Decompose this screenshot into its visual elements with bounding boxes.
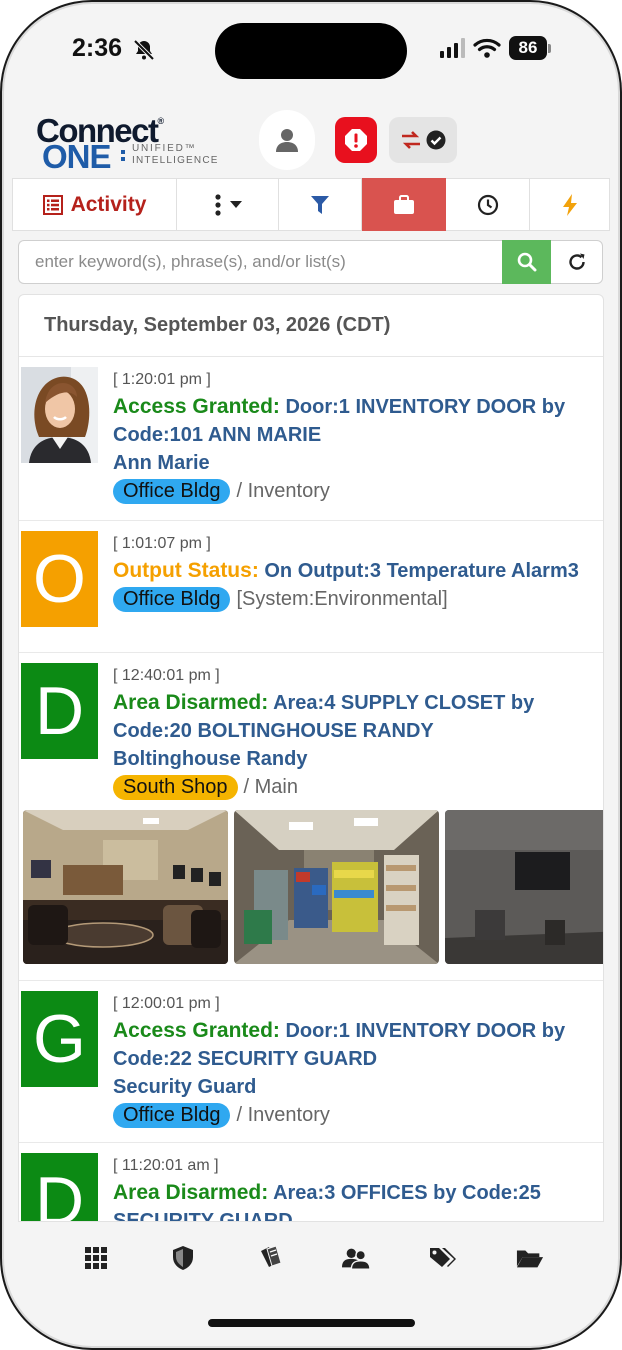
search-icon (517, 252, 536, 272)
filter-icon (311, 195, 329, 214)
home-indicator[interactable] (208, 1319, 415, 1327)
user-icon (276, 129, 298, 152)
filter-button[interactable] (279, 178, 362, 231)
search-button[interactable] (502, 240, 551, 284)
event-description: Area Disarmed: Area:4 SUPPLY CLOSET by C… (113, 689, 589, 745)
wifi-icon (473, 38, 501, 58)
bell-off-icon (133, 39, 155, 61)
folder-open-icon[interactable] (516, 1244, 544, 1272)
event-letter-tile: G (21, 991, 98, 1087)
search-input[interactable] (18, 240, 502, 284)
alert-icon (345, 129, 367, 151)
event-time: [ 12:00:01 pm ] (113, 995, 220, 1012)
camera-snapshot-lobby[interactable] (23, 810, 228, 964)
vertical-ellipsis-icon (214, 193, 221, 216)
tab-activity-label: Activity (70, 192, 147, 216)
quick-actions-button[interactable] (530, 178, 610, 231)
camera-snapshot-supply-closet[interactable] (234, 810, 439, 964)
briefcase-icon (393, 194, 414, 214)
clock-icon (477, 194, 498, 215)
event-row[interactable]: [ 1:20:01 pm ] Access Granted: Door:1 IN… (19, 357, 603, 521)
event-time: [ 1:20:01 pm ] (113, 371, 211, 388)
location-text: / Inventory (236, 1104, 330, 1126)
connectone-logo[interactable]: Connect® ONE UNIFIED™ INTELLIGENCE (36, 112, 236, 175)
letter-tile: O (21, 531, 98, 627)
phone-screen: 2:36 86 Connect® ONE UNIFIED™ INTELLIGEN… (0, 0, 622, 1350)
event-time: [ 12:40:01 pm ] (113, 667, 220, 684)
event-row[interactable]: O [ 1:01:07 pm ] Output Status: On Outpu… (19, 521, 603, 653)
location-text: [System:Environmental] (236, 588, 448, 610)
location-text: / Main (243, 776, 298, 798)
event-description: Access Granted: Door:1 INVENTORY DOOR by… (113, 1017, 589, 1073)
tags-icon[interactable] (429, 1244, 457, 1272)
event-detail: On Output:3 Temperature Alarm3 (264, 560, 579, 582)
main-toolbar: Activity (12, 178, 610, 231)
alerts-button[interactable] (335, 117, 377, 163)
event-type: Access Granted: (113, 1019, 280, 1042)
signal-icon (440, 38, 465, 58)
letter-tile: D (21, 1153, 98, 1221)
event-letter-tile: D (21, 663, 98, 759)
event-location: Office Bldg / Inventory (113, 479, 589, 504)
location-text: / Inventory (236, 480, 330, 502)
shield-icon[interactable] (169, 1244, 197, 1272)
activity-feed: Thursday, September 03, 2026 (CDT) [ 1:2… (18, 294, 604, 1222)
status-time: 2:36 (72, 34, 123, 62)
event-description: Access Granted: Door:1 INVENTORY DOOR by… (113, 393, 589, 449)
event-person[interactable]: Ann Marie (113, 449, 589, 477)
event-description: Area Disarmed: Area:3 OFFICES by Code:25… (113, 1179, 589, 1221)
site-badge[interactable]: South Shop (113, 775, 238, 800)
camera-snapshots (19, 810, 603, 978)
event-letter-tile: D (21, 1153, 98, 1221)
event-type: Access Granted: (113, 395, 280, 418)
event-location: Office Bldg [System:Environmental] (113, 587, 589, 612)
list-icon (42, 194, 63, 215)
caret-down-icon (229, 200, 242, 208)
event-type: Output Status: (113, 559, 259, 582)
history-button[interactable] (446, 178, 530, 231)
tab-activity[interactable]: Activity (12, 178, 177, 231)
event-row[interactable]: G [ 12:00:01 pm ] Access Granted: Door:1… (19, 981, 603, 1143)
refresh-icon (568, 253, 585, 270)
refresh-button[interactable] (551, 240, 603, 284)
date-header: Thursday, September 03, 2026 (CDT) (19, 295, 603, 357)
event-row[interactable]: D [ 11:20:01 am ] Area Disarmed: Area:3 … (19, 1143, 603, 1221)
person-photo (21, 367, 98, 463)
event-letter-tile: O (21, 531, 98, 627)
site-badge[interactable]: Office Bldg (113, 587, 231, 612)
event-person[interactable]: Security Guard (113, 1073, 589, 1101)
grid-icon[interactable] (82, 1244, 110, 1272)
documents-icon[interactable] (256, 1244, 284, 1272)
sync-status-button[interactable] (389, 117, 457, 163)
event-time: [ 1:01:07 pm ] (113, 535, 211, 552)
event-row[interactable]: D [ 12:40:01 pm ] Area Disarmed: Area:4 … (19, 653, 603, 981)
event-type: Area Disarmed: (113, 1181, 269, 1204)
event-description: Output Status: On Output:3 Temperature A… (113, 557, 589, 585)
event-time: [ 11:20:01 am ] (113, 1157, 219, 1174)
users-icon[interactable] (342, 1244, 371, 1272)
camera-snapshot-office[interactable] (445, 810, 603, 964)
search-bar (18, 240, 603, 284)
letter-tile: G (21, 991, 98, 1087)
event-person[interactable]: Boltinghouse Randy (113, 745, 589, 773)
event-location: South Shop / Main (113, 775, 589, 800)
lightning-bolt-icon (562, 193, 577, 216)
site-badge[interactable]: Office Bldg (113, 1103, 231, 1128)
battery-level: 86 (509, 36, 547, 60)
event-type: Area Disarmed: (113, 691, 269, 714)
letter-tile: D (21, 663, 98, 759)
bottom-tab-bar (0, 1222, 622, 1294)
event-location: Office Bldg / Inventory (113, 1103, 589, 1128)
battery-icon: 86 (509, 36, 551, 60)
user-profile-button[interactable] (259, 110, 315, 170)
more-options-dropdown[interactable] (177, 178, 279, 231)
transfer-arrows-icon (402, 131, 420, 149)
site-badge[interactable]: Office Bldg (113, 479, 231, 504)
secure-mode-button[interactable] (362, 178, 446, 231)
status-indicators: 86 (440, 36, 551, 60)
dynamic-island (215, 23, 407, 79)
check-circle-icon (426, 130, 446, 150)
